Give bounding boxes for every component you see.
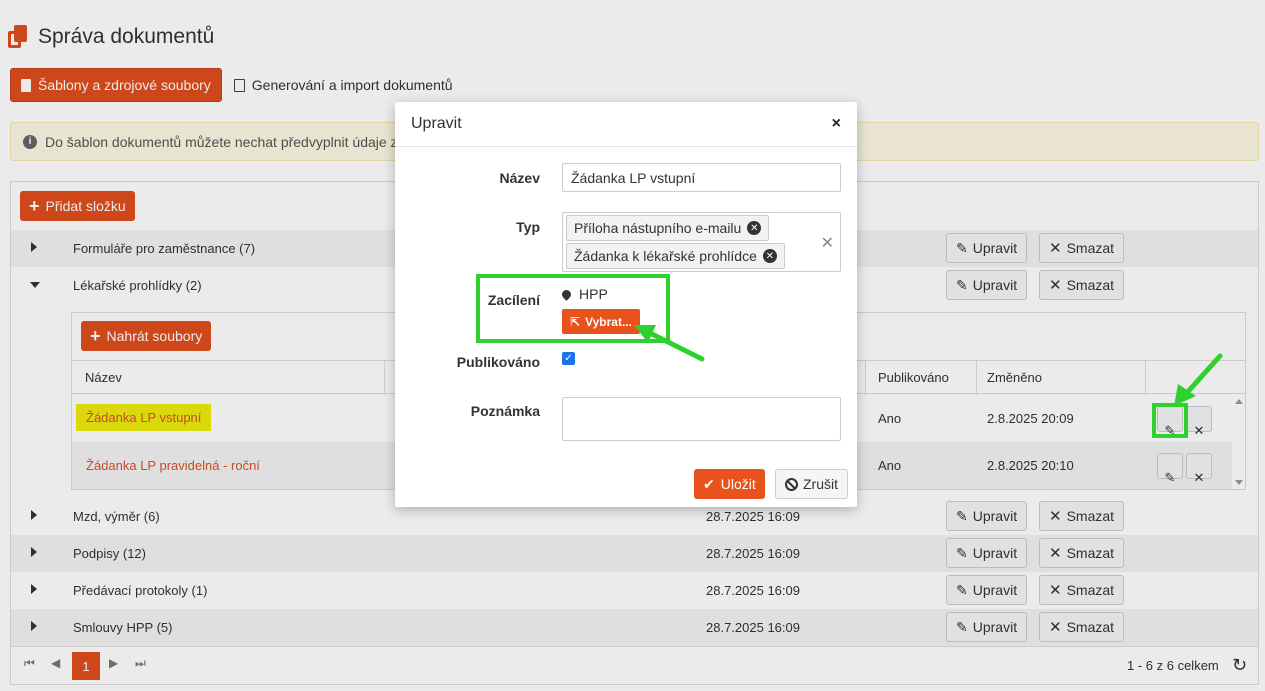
remove-tag-icon[interactable]: ✕	[762, 249, 777, 263]
type-label: Typ	[516, 219, 540, 235]
published-label: Publikováno	[456, 354, 540, 370]
close-icon[interactable]: ×	[832, 115, 841, 133]
dialog-title: Upravit	[411, 115, 462, 132]
ban-icon	[785, 477, 798, 491]
type-multiselect[interactable]: Příloha nástupního e-mailu ✕ Žádanka k l…	[562, 212, 841, 272]
annotation-arrow-icon	[634, 325, 705, 362]
published-checkbox[interactable]: ✓	[562, 352, 575, 365]
type-tag: Příloha nástupního e-mailu ✕	[566, 215, 770, 241]
check-icon: ✔	[703, 475, 715, 492]
name-field[interactable]: Žádanka LP vstupní	[562, 163, 841, 192]
note-label: Poznámka	[470, 403, 540, 419]
cancel-button[interactable]: Zrušit	[775, 469, 848, 499]
type-tag: Žádanka k lékařské prohlídce ✕	[566, 243, 785, 269]
cancel-label: Zrušit	[803, 476, 838, 492]
remove-tag-icon[interactable]: ✕	[747, 221, 762, 235]
type-tag-label: Příloha nástupního e-mailu	[574, 220, 742, 236]
note-textarea[interactable]	[562, 397, 841, 441]
annotation-arrow-icon	[1174, 353, 1223, 406]
clear-all-icon[interactable]: ✕	[821, 233, 834, 253]
save-label: Uložit	[720, 476, 756, 492]
save-button[interactable]: ✔ Uložit	[694, 469, 765, 499]
name-label: Název	[499, 170, 540, 186]
dialog-header: Upravit ×	[395, 102, 857, 147]
type-tag-label: Žádanka k lékařské prohlídce	[574, 248, 757, 264]
